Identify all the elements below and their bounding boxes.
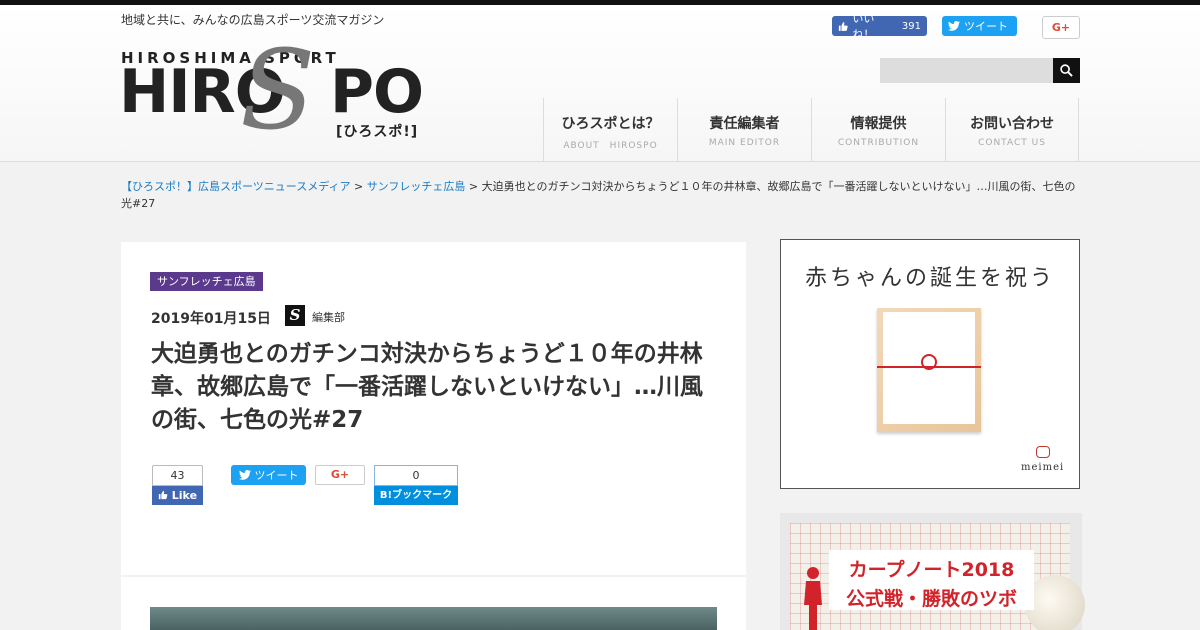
nav-item-about[interactable]: ひろスポとは？ ABOUT HIROSPO (543, 98, 677, 161)
nav-editor-sub: MAIN EDITOR (708, 138, 781, 148)
nav-contact-sub: CONTACT US (978, 138, 1046, 148)
header-gplus-button[interactable]: G+ (1042, 16, 1080, 39)
hatena-label: B!ブックマーク (374, 486, 458, 505)
ad-meimei-brand: meimei (1021, 462, 1065, 473)
ad-meimei-title: 赤ちゃんの誕生を祝う (804, 266, 1055, 291)
ad-carp-note-title: カープノート2018 (848, 559, 1015, 581)
thumbs-up-icon (838, 21, 848, 31)
breadcrumb-home-link[interactable]: 【ひろスポ！】広島スポーツニュースメディア (121, 180, 350, 193)
gplus-share-button[interactable]: G+ (315, 465, 365, 485)
nav-item-contact[interactable]: お問い合わせ CONTACT US (945, 98, 1079, 161)
article-author[interactable]: 編集部 (312, 309, 345, 325)
sidebar-ad-meimei[interactable]: 赤ちゃんの誕生を祝う meimei (780, 239, 1080, 489)
nav-about-label: ひろスポとは？ (561, 116, 660, 132)
article-hero-image (150, 607, 717, 630)
breadcrumb-category-link[interactable]: サンフレッチェ広島 (367, 180, 466, 193)
site-header: 地域と共に、みんなの広島スポーツ交流マガジン HIROSHIMA SPORT H… (0, 5, 1200, 162)
nav-item-contribution[interactable]: 情報提供 CONTRIBUTION (811, 98, 945, 161)
nav-contribution-label: 情報提供 (850, 116, 907, 132)
article-category-badge[interactable]: サンフレッチェ広島 (150, 272, 263, 291)
header-tweet-button[interactable]: ツイート (942, 16, 1017, 36)
gplus-icon: G+ (330, 468, 350, 481)
nav-about-sub: ABOUT HIROSPO (563, 141, 658, 151)
article-date: 2019年01月15日 (151, 311, 271, 327)
breadcrumb-separator: > (465, 180, 482, 193)
twitter-bird-icon (238, 470, 251, 480)
header-fb-like-count: 391 (901, 20, 921, 32)
thumbs-up-icon (158, 490, 168, 500)
nav-item-editor[interactable]: 責任編集者 MAIN EDITOR (677, 98, 811, 161)
twitter-bird-icon (948, 21, 960, 31)
ad-carp-note-banner: カープノート2018 公式戦・勝敗のツボ (829, 550, 1034, 610)
fb-like-label-box: Like (152, 486, 203, 505)
logo-main-right: PO (330, 57, 424, 127)
baseball-player-icon (804, 567, 822, 630)
search-button[interactable] (1053, 58, 1080, 83)
baseball-image (1025, 575, 1085, 630)
header-tweet-label: ツイート (964, 20, 1008, 33)
hatena-count: 0 (374, 465, 458, 486)
hatena-bookmark-button[interactable]: 0 B!ブックマーク (374, 465, 458, 505)
logo-main-s: S (240, 26, 316, 154)
nav-contact-label: お問い合わせ (970, 116, 1054, 132)
tweet-share-button[interactable]: ツイート (231, 465, 306, 485)
header-fb-like-button[interactable]: いいね！ 391 (832, 12, 927, 41)
gift-box-image (877, 308, 981, 432)
search-icon (1060, 64, 1073, 77)
meimei-logo-icon (1036, 446, 1050, 458)
logo-sub-text: [ひろスポ!] (336, 124, 419, 140)
author-avatar: S (285, 305, 305, 326)
header-fb-like-label: いいね！ (852, 12, 875, 41)
ad-carp-note-subtitle: 公式戦・勝敗のツボ (845, 588, 1017, 610)
article-title: 大迫勇也とのガチンコ対決からちょうど１０年の井林章、故郷広島で「一番活躍しないと… (151, 341, 703, 433)
breadcrumb: 【ひろスポ！】広島スポーツニュースメディア > サンフレッチェ広島 > 大迫勇也… (121, 178, 1081, 212)
nav-contribution-sub: CONTRIBUTION (837, 138, 920, 148)
nav-editor-label: 責任編集者 (709, 116, 780, 132)
fb-like-count: 43 (152, 465, 203, 486)
gift-box-knot (921, 354, 937, 370)
fb-like-share-button[interactable]: 43 Like (152, 465, 203, 505)
tweet-share-label: ツイート (254, 469, 299, 482)
gplus-icon: G+ (1051, 21, 1071, 34)
fb-like-label: Like (171, 489, 198, 502)
breadcrumb-separator: > (350, 180, 367, 193)
search-input[interactable] (880, 58, 1053, 83)
